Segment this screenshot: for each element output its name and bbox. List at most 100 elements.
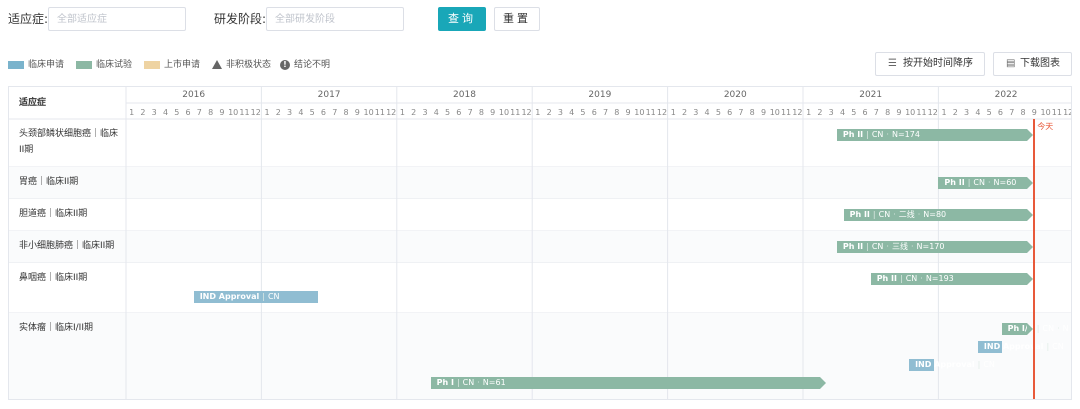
year-label: 2022	[994, 90, 1018, 100]
month-label: 7	[873, 108, 879, 117]
month-label: 5	[309, 108, 315, 117]
document-icon: ▤	[1006, 58, 1016, 69]
bar-arrow	[1027, 209, 1034, 221]
month-label: 12	[521, 108, 532, 117]
month-label: 9	[760, 108, 767, 117]
month-label: 4	[975, 108, 981, 117]
month-label: 1	[264, 108, 270, 117]
clinical-trial-bar[interactable]: Ph I/II | CN · N	[1001, 323, 1069, 335]
month-label: 2	[681, 108, 688, 117]
bar-arrow	[819, 377, 826, 389]
month-label: 9	[219, 108, 225, 117]
row-background	[9, 167, 1071, 199]
today-line	[1033, 119, 1036, 399]
indication-filter-label: 适应症:	[8, 12, 49, 26]
month-label: 8	[614, 108, 620, 117]
month-label: 6	[862, 108, 868, 117]
month-label: 11	[645, 108, 656, 117]
month-label: 5	[851, 108, 857, 117]
month-label: 5	[445, 108, 451, 117]
month-label: 11	[239, 108, 250, 117]
ind-approval-bar[interactable]: IND Approval | CN	[909, 359, 995, 371]
month-label: 7	[602, 108, 609, 117]
clinical-trial-bar[interactable]: Ph II | CN · N=60	[938, 177, 1034, 189]
month-label: 8	[208, 108, 214, 117]
sort-list-icon: ☰	[888, 58, 897, 69]
month-label: 9	[490, 108, 496, 117]
month-label: 9	[896, 108, 902, 117]
triangle-icon	[212, 60, 222, 69]
month-label: 8	[749, 108, 755, 117]
ind-approval-bar[interactable]: IND Approval | CN	[193, 291, 318, 303]
indication-row-label: 头颈部鳞状细胞癌｜临床II期	[19, 129, 119, 155]
month-label: 6	[727, 108, 733, 117]
bar-arrow	[1027, 129, 1034, 141]
query-button[interactable]: 查询	[438, 7, 486, 31]
clinical-trial-bar[interactable]: Ph II | CN · N=193	[870, 273, 1034, 285]
month-label: 11	[780, 108, 792, 117]
indication-row-label: 实体瘤｜临床I/II期	[19, 323, 93, 333]
legend-swatch	[8, 61, 24, 69]
indication-row-label: 胃癌｜临床II期	[19, 177, 79, 187]
month-label: 2	[411, 108, 417, 117]
clinical-trial-bar[interactable]: Ph I | CN · N=61	[430, 377, 826, 389]
month-label: 1	[806, 108, 812, 117]
month-label: 2	[275, 108, 281, 117]
month-label: 6	[456, 108, 462, 117]
month-label: 11	[374, 108, 385, 117]
month-label: 10	[634, 108, 645, 117]
indication-filter-input[interactable]	[48, 7, 186, 31]
stage-filter-label: 研发阶段:	[214, 12, 267, 26]
month-label: 1	[399, 108, 405, 117]
year-label: 2019	[588, 90, 612, 100]
month-label: 1	[941, 108, 947, 117]
month-label: 8	[478, 108, 484, 117]
sort-button[interactable]: ☰ 按开始时间降序	[875, 52, 985, 76]
month-label: 3	[151, 108, 157, 117]
month-label: 12	[386, 108, 397, 117]
month-label: 7	[196, 108, 202, 117]
month-label: 7	[1009, 108, 1015, 117]
month-label: 9	[354, 108, 360, 117]
year-label: 2018	[453, 90, 476, 100]
month-label: 3	[287, 108, 293, 117]
month-label: 2	[952, 108, 958, 117]
month-label: 7	[467, 108, 473, 117]
month-label: 2	[140, 108, 146, 117]
info-icon: !	[280, 60, 290, 70]
month-label: 10	[769, 108, 780, 117]
month-label: 1	[670, 108, 676, 117]
month-label: 10	[1040, 108, 1051, 117]
today-label: 今天	[1037, 122, 1054, 131]
month-label: 11	[1051, 108, 1062, 117]
ind-approval-bar[interactable]: IND Approval | CN	[977, 341, 1064, 353]
clinical-trial-bar[interactable]: Ph II | CN · 三线 · N=170	[836, 241, 1034, 253]
month-label: 12	[656, 108, 668, 117]
month-label: 1	[535, 108, 541, 117]
indication-column-header: 适应症	[19, 98, 47, 108]
indication-row-label: 胆道癌｜临床II期	[19, 209, 88, 219]
stage-filter-input[interactable]	[266, 7, 404, 31]
legend-swatch	[76, 61, 92, 69]
month-label: 3	[964, 108, 970, 117]
month-label: 3	[422, 108, 428, 117]
clinical-trial-bar[interactable]: Ph II | CN · N=174	[836, 129, 1034, 141]
month-label: 3	[828, 108, 834, 117]
bar-arrow	[1027, 273, 1034, 285]
row-background	[9, 119, 1071, 167]
month-label: 1	[129, 108, 135, 117]
month-label: 5	[580, 108, 586, 117]
month-label: 4	[433, 108, 439, 117]
month-label: 9	[1031, 108, 1037, 117]
year-label: 2017	[317, 90, 341, 100]
year-label: 2021	[859, 90, 883, 100]
reset-button[interactable]: 重置	[494, 7, 540, 31]
download-chart-button[interactable]: ▤ 下载图表	[993, 52, 1072, 76]
month-label: 9	[625, 108, 631, 117]
month-label: 10	[363, 108, 374, 117]
month-label: 11	[916, 108, 927, 117]
month-label: 12	[927, 108, 938, 117]
clinical-trial-bar[interactable]: Ph II | CN · 二线 · N=80	[843, 209, 1034, 221]
month-label: 10	[498, 108, 510, 117]
month-label: 12	[1063, 108, 1071, 117]
